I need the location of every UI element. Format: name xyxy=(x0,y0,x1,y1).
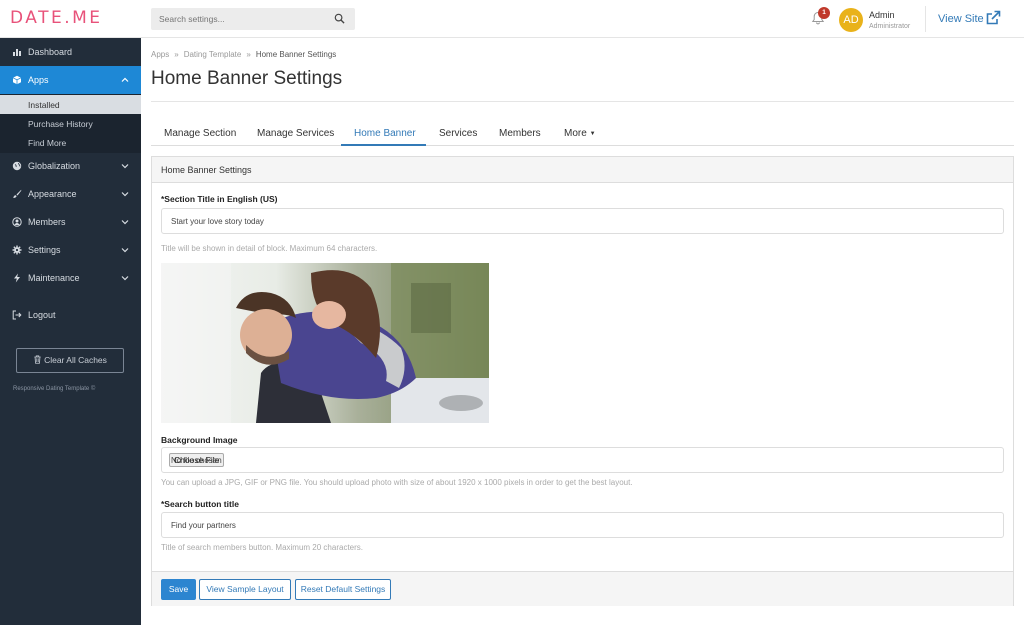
panel-footer: Save View Sample Layout Reset Default Se… xyxy=(152,571,1013,606)
caret-down-icon: ▼ xyxy=(589,131,596,137)
reset-default-settings-button[interactable]: Reset Default Settings xyxy=(295,579,391,600)
submenu-item-find-more[interactable]: Find More xyxy=(0,133,141,152)
cog-icon xyxy=(12,245,22,255)
title-divider xyxy=(151,101,1014,102)
search-button-title-label: *Search button title xyxy=(161,499,239,509)
sidebar-item-label: Members xyxy=(28,217,66,227)
cube-icon xyxy=(12,75,22,85)
sidebar-item-label: Globalization xyxy=(28,161,81,171)
avatar[interactable]: AD xyxy=(839,8,863,32)
brush-icon xyxy=(13,189,22,198)
sidebar-item-apps[interactable]: Apps xyxy=(0,66,141,94)
no-file-text: No file chosen xyxy=(171,456,222,465)
upload-help: You can upload a JPG, GIF or PNG file. Y… xyxy=(161,478,633,487)
settings-search[interactable] xyxy=(151,8,355,30)
tab-bar: Manage Section Manage Services Home Bann… xyxy=(151,122,1014,146)
user-circle-icon xyxy=(12,217,22,227)
breadcrumb-separator: » xyxy=(174,50,179,59)
clear-caches-button[interactable]: Clear All Caches xyxy=(16,348,124,373)
app-logo[interactable]: DATE.ME xyxy=(10,8,103,28)
globe-icon xyxy=(12,161,22,171)
banner-preview-image xyxy=(161,263,489,423)
settings-panel: Home Banner Settings *Section Title in E… xyxy=(151,156,1014,606)
copyright-text: Responsive Dating Template © xyxy=(13,386,96,392)
chevron-down-icon xyxy=(121,192,129,197)
tab-home-banner[interactable]: Home Banner xyxy=(354,128,416,139)
sidebar-item-label: Appearance xyxy=(28,189,77,199)
page-title: Home Banner Settings xyxy=(151,68,343,89)
sidebar-item-dashboard[interactable]: Dashboard xyxy=(0,38,141,66)
main-content: Apps » Dating Template » Home Banner Setting… xyxy=(141,38,1024,625)
user-name[interactable]: Admin xyxy=(869,10,895,20)
section-title-help: Title will be shown in detail of block. … xyxy=(161,244,378,253)
trash-icon xyxy=(34,355,41,364)
external-link-icon[interactable] xyxy=(985,10,1001,26)
view-site-link[interactable]: View Site xyxy=(938,13,984,25)
sidebar-item-settings[interactable]: Settings xyxy=(0,236,141,264)
user-role: Administrator xyxy=(869,23,911,30)
active-tab-indicator xyxy=(341,144,426,146)
submenu-item-label: Purchase History xyxy=(28,119,93,129)
bolt-icon xyxy=(14,273,20,283)
tab-services[interactable]: Services xyxy=(439,128,477,139)
submenu-item-installed[interactable]: Installed xyxy=(0,95,141,114)
logout-icon xyxy=(12,310,22,320)
search-input[interactable] xyxy=(151,8,321,30)
chevron-up-icon xyxy=(121,77,129,82)
sidebar-item-label: Dashboard xyxy=(28,47,73,57)
search-button-title-input[interactable]: Find your partners xyxy=(161,512,1004,538)
submenu-item-label: Find More xyxy=(28,138,67,148)
chevron-down-icon xyxy=(121,276,129,281)
breadcrumb-apps[interactable]: Apps xyxy=(151,50,169,59)
background-image-file-input[interactable]: Choose File No file chosen xyxy=(161,447,1004,473)
search-button-help: Title of search members button. Maximum … xyxy=(161,543,363,552)
breadcrumb-separator: » xyxy=(246,50,251,59)
clear-caches-label: Clear All Caches xyxy=(44,355,107,365)
section-title-input[interactable]: Start your love story today xyxy=(161,208,1004,234)
chevron-down-icon xyxy=(121,248,129,253)
topbar-divider xyxy=(925,6,926,32)
save-button[interactable]: Save xyxy=(161,579,196,600)
panel-heading: Home Banner Settings xyxy=(152,157,1013,183)
sidebar-item-logout[interactable]: Logout xyxy=(0,301,141,329)
notification-badge[interactable]: 1 xyxy=(818,7,830,19)
submenu-item-label: Installed xyxy=(28,100,60,110)
tab-manage-services[interactable]: Manage Services xyxy=(257,128,334,139)
bar-chart-icon xyxy=(13,49,21,56)
breadcrumb: Apps » Dating Template » Home Banner Setting… xyxy=(151,50,336,59)
sidebar: Dashboard Apps Installed Purchase Histor… xyxy=(0,38,141,625)
tab-more[interactable]: More ▼ xyxy=(564,128,596,139)
breadcrumb-current: Home Banner Settings xyxy=(255,50,337,59)
sidebar-item-label: Apps xyxy=(28,75,49,85)
submenu-item-purchase-history[interactable]: Purchase History xyxy=(0,114,141,133)
tab-members[interactable]: Members xyxy=(499,128,541,139)
sidebar-item-appearance[interactable]: Appearance xyxy=(0,180,141,208)
breadcrumb-dating-template[interactable]: Dating Template xyxy=(184,50,242,59)
search-button-title-value: Find your partners xyxy=(171,521,236,530)
sidebar-item-label: Maintenance xyxy=(28,273,80,283)
tab-manage-section[interactable]: Manage Section xyxy=(164,128,236,139)
sidebar-item-label: Settings xyxy=(28,245,61,255)
search-icon[interactable] xyxy=(334,13,345,24)
couple-photo xyxy=(161,263,489,423)
apps-submenu: Installed Purchase History Find More xyxy=(0,94,141,153)
view-sample-layout-button[interactable]: View Sample Layout xyxy=(199,579,291,600)
panel-heading-text: Home Banner Settings xyxy=(161,165,252,175)
chevron-down-icon xyxy=(121,220,129,225)
tab-more-label: More xyxy=(564,128,587,139)
sidebar-item-globalization[interactable]: Globalization xyxy=(0,152,141,180)
chevron-down-icon xyxy=(121,164,129,169)
section-title-value: Start your love story today xyxy=(171,217,264,226)
top-bar: DATE.ME 1 AD Admin Administrator View Si… xyxy=(0,0,1024,38)
sidebar-item-members[interactable]: Members xyxy=(0,208,141,236)
sidebar-item-label: Logout xyxy=(28,310,56,320)
section-title-label: *Section Title in English (US) xyxy=(161,194,278,204)
sidebar-item-maintenance[interactable]: Maintenance xyxy=(0,264,141,292)
background-image-label: Background Image xyxy=(161,435,238,445)
